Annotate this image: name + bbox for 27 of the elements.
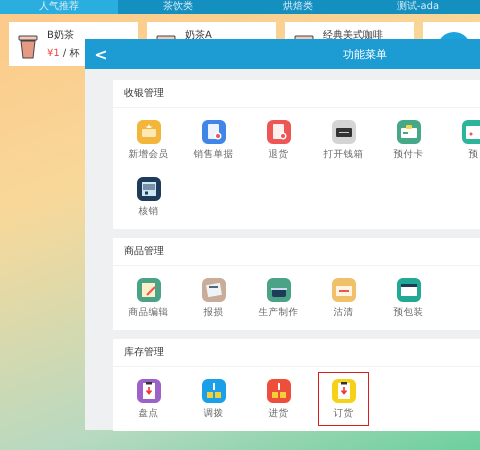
package-icon <box>396 278 420 302</box>
section-title: 库存管理 <box>113 339 480 367</box>
product-name: B奶茶 <box>47 28 75 42</box>
sign-icon <box>332 278 356 302</box>
document-icon <box>202 120 226 144</box>
product-price: ¥1 / 杯 <box>47 46 80 60</box>
cash-drawer-icon <box>332 120 356 144</box>
barcode-icon <box>136 176 160 200</box>
edit-icon <box>136 278 160 302</box>
back-button[interactable]: < <box>85 44 109 64</box>
section-title: 商品管理 <box>113 238 480 266</box>
card-icon <box>396 120 420 144</box>
paper-icon <box>202 278 226 302</box>
clipboard-icon <box>136 378 160 402</box>
dialog-title: 功能菜单 <box>342 46 388 62</box>
cup-icon <box>17 34 39 60</box>
clipboard-icon <box>332 378 356 402</box>
section-title: 收银管理 <box>113 80 480 108</box>
pot-icon <box>266 278 290 302</box>
boxes-icon <box>266 378 290 402</box>
product-name: 经典美式咖啡 <box>323 28 383 42</box>
menu-item[interactable]: 订货 <box>318 372 369 426</box>
product-name: 奶茶A <box>185 28 212 42</box>
boxes-icon <box>202 378 226 402</box>
vip-card-icon <box>136 120 160 144</box>
calendar-icon <box>462 120 480 144</box>
document-icon <box>266 120 290 144</box>
